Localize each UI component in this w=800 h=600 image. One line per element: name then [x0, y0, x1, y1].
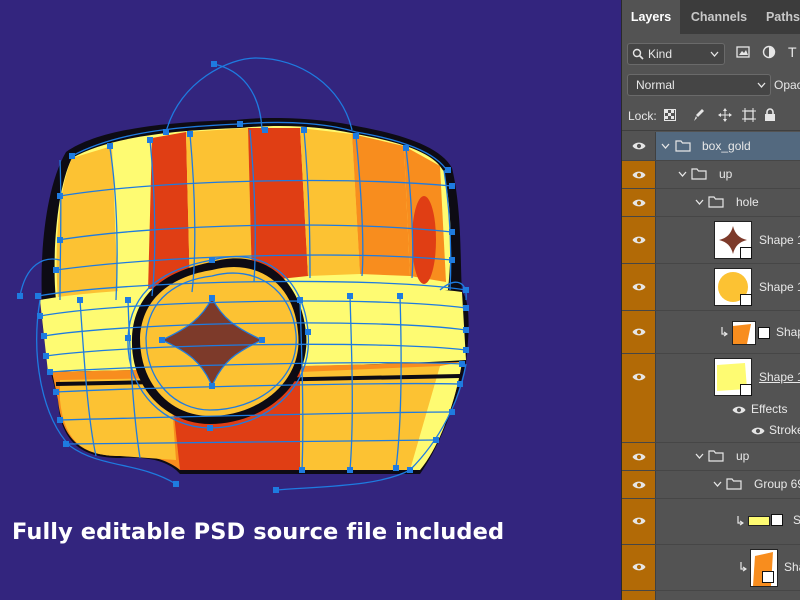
promo-caption: Fully editable PSD source file included	[12, 519, 505, 545]
visibility-column	[622, 420, 656, 442]
vector-mask-icon	[762, 571, 774, 583]
clipping-arrow-icon	[740, 562, 747, 572]
vector-mask-icon	[771, 514, 783, 526]
folder-icon	[675, 140, 691, 152]
eye-icon[interactable]	[632, 170, 646, 180]
layers-panel: Layers Channels Paths Kind T Normal Opac…	[621, 0, 800, 600]
folder-icon	[708, 196, 724, 208]
layer-name: Shap	[776, 325, 800, 339]
eye-icon[interactable]	[632, 235, 646, 245]
eye-icon[interactable]	[632, 327, 646, 337]
panel-tab-bar: Layers Channels Paths	[622, 0, 800, 34]
eye-icon[interactable]	[632, 198, 646, 208]
layer-row-up[interactable]: up	[622, 443, 800, 471]
layer-name: Sha	[784, 560, 800, 574]
folder-icon	[726, 478, 742, 490]
layer-effect-stroke-row[interactable]: Stroke	[622, 420, 800, 443]
lock-label: Lock:	[628, 109, 657, 123]
eye-icon[interactable]	[632, 562, 646, 572]
opacity-label: Opac	[774, 78, 800, 92]
type-filter-icon[interactable]: T	[788, 44, 797, 60]
lid-stripe	[248, 128, 308, 282]
folder-icon	[708, 450, 724, 462]
layer-row-shape-clipped[interactable]: Sha	[622, 545, 800, 591]
eye-icon[interactable]	[632, 452, 646, 462]
tab-paths[interactable]: Paths	[758, 0, 800, 34]
eye-icon[interactable]	[632, 372, 646, 382]
blend-mode-label: Normal	[636, 78, 675, 92]
visibility-column	[622, 591, 656, 600]
layer-row-shape[interactable]: Shape 1	[622, 354, 800, 400]
layer-row-group[interactable]: Group 69	[622, 471, 800, 499]
clipping-arrow-icon	[721, 327, 728, 337]
clipping-arrow-icon	[737, 516, 744, 526]
stroke-effect-label: Stroke	[769, 423, 800, 437]
eye-icon[interactable]	[632, 516, 646, 526]
chevron-down-icon	[757, 82, 766, 88]
folder-icon	[691, 168, 707, 180]
chevron-down-icon[interactable]	[661, 143, 670, 149]
chevron-down-icon[interactable]	[695, 199, 704, 205]
layer-thumbnail	[748, 516, 770, 526]
filter-kind-label: Kind	[648, 47, 673, 61]
layer-name: box_gold	[702, 139, 751, 153]
layer-name: up	[719, 167, 733, 181]
pixel-filter-icon[interactable]	[736, 46, 750, 58]
tab-layers[interactable]: Layers	[622, 0, 680, 34]
orange-shape-thumbnail-icon	[733, 324, 751, 344]
layer-row-hole[interactable]: hole	[622, 189, 800, 217]
chevron-down-icon[interactable]	[678, 171, 687, 177]
blend-mode-dropdown[interactable]: Normal	[627, 74, 771, 96]
lock-artboard-icon[interactable]	[742, 108, 756, 122]
panel-divider	[622, 130, 800, 131]
lock-move-icon[interactable]	[718, 108, 732, 122]
adjustment-filter-icon[interactable]	[762, 45, 776, 59]
layer-row-partial	[622, 591, 800, 600]
eye-icon[interactable]	[732, 405, 746, 415]
vector-mask-icon	[740, 294, 752, 306]
tab-channels[interactable]: Channels	[684, 0, 754, 34]
layer-row-shape[interactable]: Shape 1	[622, 217, 800, 264]
layer-name: S	[793, 513, 800, 527]
layer-name: up	[736, 449, 750, 463]
treasure-chest-artwork	[17, 57, 469, 493]
search-icon	[632, 48, 644, 60]
effects-label: Effects	[751, 402, 788, 416]
lock-transparent-icon[interactable]	[664, 109, 676, 121]
vector-mask-icon	[740, 384, 752, 396]
layer-name: Shape 1	[759, 233, 800, 247]
layer-thumbnail	[732, 321, 756, 345]
layer-row-up[interactable]: up	[622, 161, 800, 189]
chevron-down-icon	[710, 51, 719, 57]
layer-name: Group 69	[754, 477, 800, 491]
lid-side-hole	[412, 196, 436, 284]
layer-row-shape-clipped[interactable]: Shap	[622, 311, 800, 354]
eye-icon[interactable]	[632, 141, 646, 151]
lock-all-icon[interactable]	[764, 108, 776, 122]
eye-icon[interactable]	[751, 426, 765, 436]
vector-mask-icon	[758, 327, 770, 339]
eye-icon[interactable]	[632, 282, 646, 292]
layer-name: hole	[736, 195, 759, 209]
document-canvas[interactable]: Fully editable PSD source file included	[0, 0, 621, 600]
filter-kind-dropdown[interactable]: Kind	[627, 43, 725, 65]
eye-icon[interactable]	[632, 480, 646, 490]
lock-brush-icon[interactable]	[693, 108, 705, 122]
visibility-column	[622, 400, 656, 420]
layer-row-shape[interactable]: Shape 1	[622, 264, 800, 311]
vector-mask-icon	[740, 247, 752, 259]
layer-name: Shape 1	[759, 370, 800, 384]
layer-name: Shape 1	[759, 280, 800, 294]
layer-effects-row[interactable]: Effects	[622, 400, 800, 420]
layer-row-box-gold[interactable]: box_gold	[622, 132, 800, 161]
layer-row-shape-clipped[interactable]: S	[622, 499, 800, 545]
chevron-down-icon[interactable]	[713, 481, 722, 487]
chevron-down-icon[interactable]	[695, 453, 704, 459]
